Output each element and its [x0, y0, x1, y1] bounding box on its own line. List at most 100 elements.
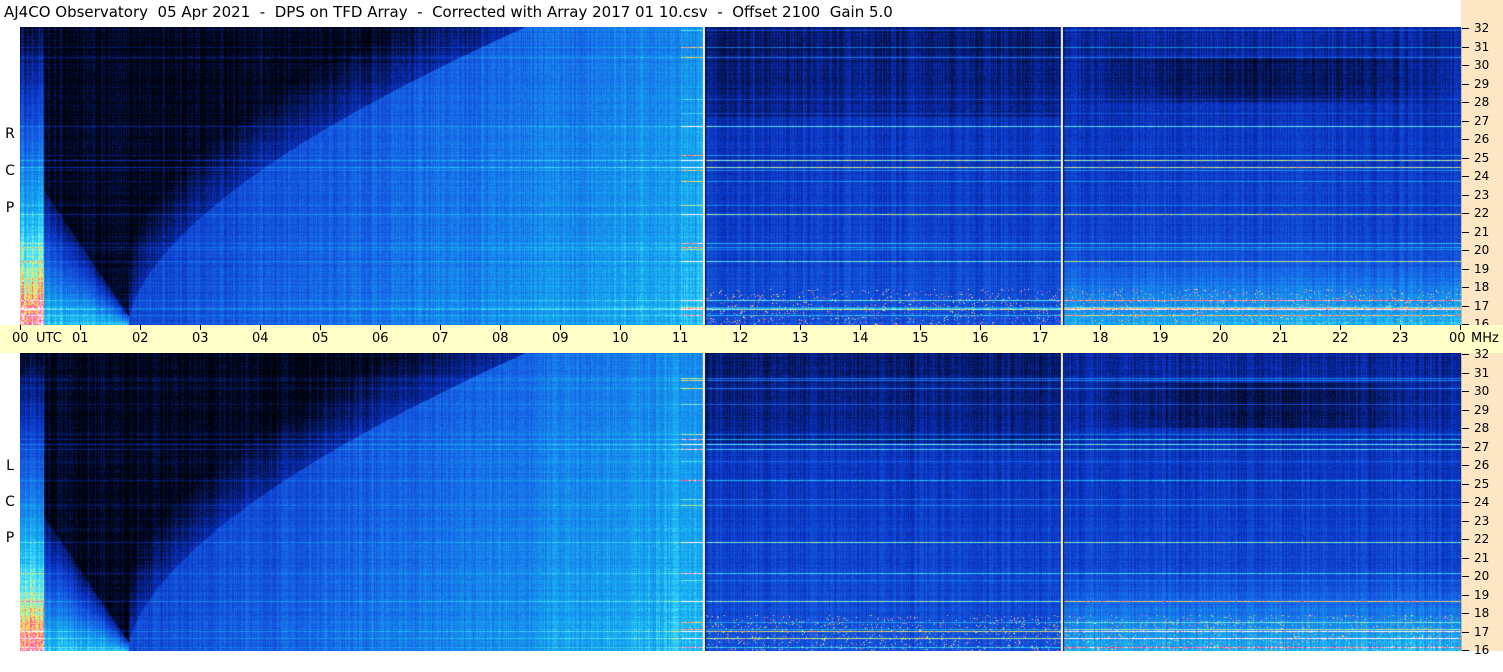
mhz-tick [1462, 521, 1469, 522]
mhz-tick [1462, 250, 1469, 251]
mhz-tick-label: 19 [1474, 262, 1490, 276]
utc-tick [1460, 325, 1461, 330]
polarization-letter-p2: P [5, 530, 15, 546]
polarization-letter-p: P [5, 200, 15, 216]
mhz-tick-label: 25 [1474, 477, 1490, 491]
mhz-tick [1462, 306, 1469, 307]
lcp-frequency-axis: 16 17 18 19 20 21 22 23 24 25 26 27 28 29 30 31 32 [1461, 347, 1503, 657]
utc-tick [140, 325, 141, 330]
utc-tick [560, 325, 561, 330]
utc-tick-label: 11 [672, 331, 689, 346]
spectrogram-viewer: AJ4CO Observatory 05 Apr 2021 - DPS on T… [0, 0, 1503, 672]
mhz-tick [1462, 391, 1469, 392]
utc-tick [440, 325, 441, 330]
mhz-tick-label: 20 [1474, 569, 1490, 583]
utc-tick [1340, 325, 1341, 330]
mhz-tick-label: 29 [1474, 77, 1490, 91]
utc-tick-label: 00 [1449, 331, 1466, 346]
mhz-tick-label: 18 [1474, 280, 1490, 294]
utc-tick-label: 09 [552, 331, 569, 346]
utc-tick-label: 15 [912, 331, 929, 346]
utc-tick [1400, 325, 1401, 330]
mhz-tick [1462, 176, 1469, 177]
utc-tick-label: 00 [12, 331, 29, 346]
utc-tick-label: 20 [1212, 331, 1229, 346]
rcp-frequency-axis: 16 17 18 19 20 21 22 23 24 25 26 27 28 29 30 31 32 [1461, 21, 1503, 331]
chart-title: AJ4CO Observatory 05 Apr 2021 - DPS on T… [4, 3, 893, 21]
mhz-tick [1462, 595, 1469, 596]
utc-tick [20, 325, 21, 330]
mhz-tick [1462, 158, 1469, 159]
utc-tick [200, 325, 201, 330]
lcp-heatmap-canvas [20, 353, 1461, 651]
utc-tick [680, 325, 681, 330]
lcp-spectrogram [20, 353, 1461, 651]
mhz-tick-label: 31 [1474, 40, 1490, 54]
mhz-tick-label: 24 [1474, 495, 1490, 509]
mhz-tick-label: 32 [1474, 347, 1490, 361]
mhz-tick [1462, 428, 1469, 429]
mhz-tick [1462, 102, 1469, 103]
mhz-tick [1462, 502, 1469, 503]
mhz-tick [1462, 195, 1469, 196]
mhz-tick-label: 23 [1474, 188, 1490, 202]
mhz-tick [1462, 354, 1469, 355]
utc-tick-label: 18 [1092, 331, 1109, 346]
mhz-tick [1462, 28, 1469, 29]
mhz-tick [1462, 47, 1469, 48]
mhz-tick-label: 27 [1474, 114, 1490, 128]
utc-tick-label: 05 [312, 331, 329, 346]
utc-tick [920, 325, 921, 330]
mhz-tick-label: 24 [1474, 169, 1490, 183]
mhz-tick-label: 23 [1474, 514, 1490, 528]
mhz-tick-label: 20 [1474, 243, 1490, 257]
utc-tick [1280, 325, 1281, 330]
mhz-tick [1462, 410, 1469, 411]
mhz-tick-label: 18 [1474, 606, 1490, 620]
utc-tick-label: 23 [1392, 331, 1409, 346]
utc-tick [740, 325, 741, 330]
utc-tick [380, 325, 381, 330]
mhz-tick-label: 26 [1474, 132, 1490, 146]
mhz-tick [1462, 632, 1469, 633]
utc-tick [80, 325, 81, 330]
mhz-tick [1462, 65, 1469, 66]
utc-time-axis: 00 01 02 03 04 05 06 07 08 09 10 11 12 13 14 15 16 17 18 19… [0, 325, 1503, 353]
mhz-tick-label: 22 [1474, 532, 1490, 546]
utc-unit-label: UTC [36, 331, 62, 346]
mhz-tick-label: 29 [1474, 403, 1490, 417]
utc-tick-label: 02 [132, 331, 149, 346]
mhz-tick [1462, 484, 1469, 485]
utc-tick-label: 06 [372, 331, 389, 346]
utc-tick-label: 14 [852, 331, 869, 346]
mhz-tick-label: 28 [1474, 95, 1490, 109]
utc-tick-label: 16 [972, 331, 989, 346]
mhz-tick-label: 26 [1474, 458, 1490, 472]
polarization-letter-r: R [5, 126, 15, 142]
mhz-tick-label: 31 [1474, 366, 1490, 380]
polarization-letter-c2: C [5, 494, 15, 510]
mhz-tick [1462, 84, 1469, 85]
mhz-tick [1462, 373, 1469, 374]
mhz-tick-label: 17 [1474, 299, 1490, 313]
mhz-tick [1462, 539, 1469, 540]
mhz-tick [1462, 269, 1469, 270]
utc-tick-label: 13 [792, 331, 809, 346]
utc-tick-label: 07 [432, 331, 449, 346]
utc-tick-label: 08 [492, 331, 509, 346]
utc-tick-label: 21 [1272, 331, 1289, 346]
rcp-heatmap-canvas [20, 27, 1461, 325]
mhz-tick-label: 30 [1474, 58, 1490, 72]
mhz-tick-label: 28 [1474, 421, 1490, 435]
polarization-letter-c: C [5, 163, 15, 179]
mhz-tick-label: 17 [1474, 625, 1490, 639]
mhz-tick [1462, 576, 1469, 577]
mhz-tick [1462, 213, 1469, 214]
mhz-tick-label: 19 [1474, 588, 1490, 602]
mhz-tick-label: 21 [1474, 551, 1490, 565]
mhz-tick [1462, 558, 1469, 559]
utc-tick-label: 12 [732, 331, 749, 346]
utc-tick [980, 325, 981, 330]
polarization-letter-l: L [6, 458, 14, 474]
mhz-tick [1462, 465, 1469, 466]
